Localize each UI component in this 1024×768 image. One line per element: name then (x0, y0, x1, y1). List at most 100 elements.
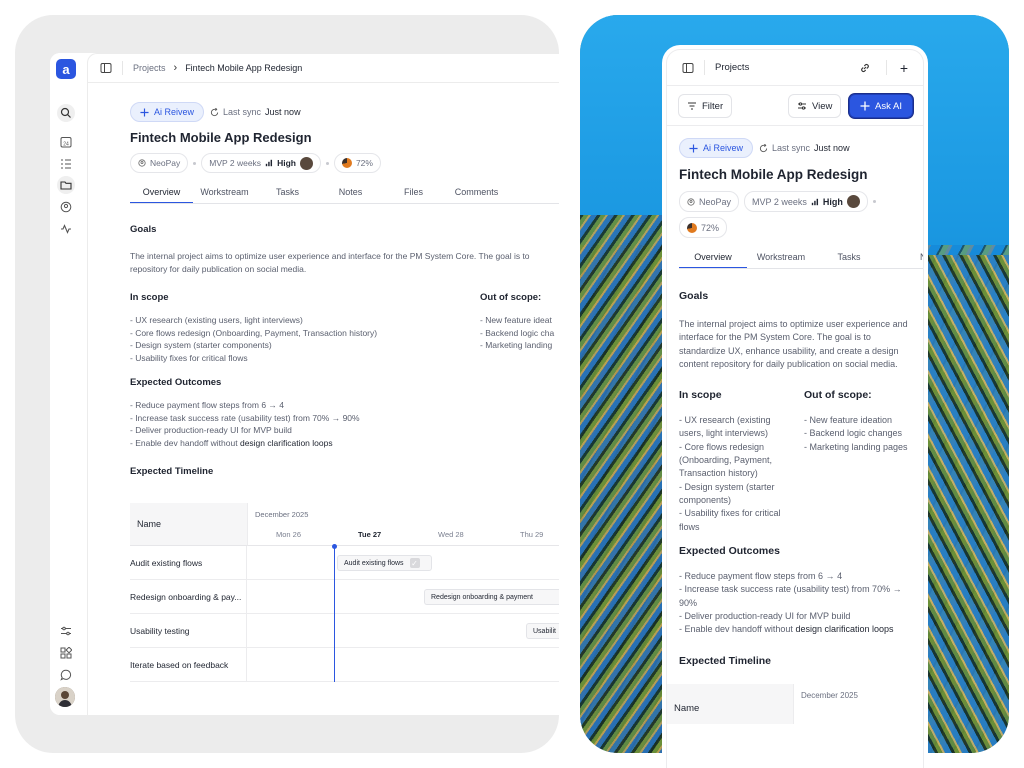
search-icon[interactable] (57, 104, 75, 122)
goals-heading: Goals (130, 224, 157, 235)
svg-text:24: 24 (63, 141, 69, 147)
list-item: - Reduce payment flow steps from 6 → 4 (130, 400, 285, 410)
user-avatar[interactable] (55, 687, 75, 707)
list-item: - UX research (existing users, light int… (130, 315, 303, 325)
background-palm-left (580, 215, 670, 753)
folder-icon[interactable] (57, 176, 75, 194)
app-logo[interactable]: a (56, 59, 76, 79)
breadcrumb-projects[interactable]: Projects (133, 63, 166, 73)
divider (704, 60, 705, 75)
client-chip[interactable]: NeoPay (130, 153, 189, 173)
timeline-row[interactable]: Usability testing Usabilit (130, 614, 559, 648)
in-scope-heading: In scope (679, 389, 722, 402)
add-icon[interactable]: + (900, 60, 908, 76)
list-item: - Core flows redesign (Onboarding, Payme… (679, 441, 773, 479)
project-title: Fintech Mobile App Redesign (130, 130, 312, 145)
tab-overview[interactable]: Overview (130, 187, 193, 203)
outcomes-heading: Expected Outcomes (130, 377, 222, 388)
sync-value: Just now (265, 107, 301, 117)
tab-overview[interactable]: Overview (679, 252, 747, 268)
list-item: - Marketing landing (480, 340, 553, 350)
sidebar-toggle-icon[interactable] (100, 62, 112, 74)
ask-ai-button[interactable]: Ask AI (849, 94, 913, 118)
list-item: - New feature ideat (480, 315, 552, 325)
ai-review-button[interactable]: Ai Reivew (130, 102, 205, 122)
breadcrumb-current: Fintech Mobile App Redesign (185, 63, 303, 73)
plus-sparkle-icon (860, 101, 870, 111)
assignee-avatar (846, 195, 860, 208)
desktop-window: a 24 Projects › Fintech Mobile App Redes… (50, 53, 559, 715)
list-item: - Deliver production-ready UI for MVP bu… (679, 611, 851, 622)
progress-chip[interactable]: 72% (333, 153, 381, 173)
tasks-list-icon[interactable] (58, 156, 74, 172)
client-chip[interactable]: NeoPay (679, 191, 740, 212)
tab-comments[interactable]: Comments (445, 187, 508, 203)
filter-button[interactable]: Filter (678, 94, 733, 118)
outcomes-list: - Reduce payment flow steps from 6 → 4 -… (679, 570, 915, 636)
progress-chip[interactable]: 72% (679, 217, 728, 238)
priority-bars-icon (265, 159, 273, 167)
help-chat-icon[interactable] (58, 667, 74, 683)
sync-status: Last sync Just now (759, 143, 850, 153)
timeline-bar[interactable]: Audit existing flows ✓ (337, 555, 432, 571)
client-name: NeoPay (150, 158, 181, 168)
check-icon[interactable]: ✓ (409, 558, 420, 568)
phase-chip[interactable]: MVP 2 weeks High (744, 191, 868, 212)
tab-bar: Overview Workstream Tasks Notes Files Co… (130, 187, 559, 204)
timeline-row[interactable]: Redesign onboarding & pay... Redesign on… (130, 580, 559, 614)
timeline-row[interactable]: Iterate based on feedback (130, 648, 559, 682)
list-item: - Usability fixes for critical flows (679, 508, 781, 532)
progress-pie-icon (341, 158, 352, 168)
timeline-bar[interactable]: Usabilit (526, 623, 559, 639)
list-item: - Increase task success rate (usability … (130, 412, 360, 423)
timeline-bar[interactable]: Redesign onboarding & payment (424, 589, 559, 605)
timeline-row[interactable]: Audit existing flows Audit existing flow… (130, 546, 559, 580)
tab-tasks[interactable]: Tasks (815, 252, 883, 268)
tab-notes[interactable]: Note (883, 252, 923, 268)
separator-dot (193, 161, 197, 165)
sync-value: Just now (814, 143, 850, 153)
mobile-project-content: Ai Reivew Last sync Just now Fintech Mob… (679, 138, 923, 667)
user-circle-icon[interactable] (58, 199, 74, 215)
separator-dot (325, 161, 329, 165)
client-icon (687, 197, 695, 206)
list-item: - Design system (starter components) (679, 481, 775, 505)
phase-chip[interactable]: MVP 2 weeks High (201, 153, 321, 173)
tab-workstream[interactable]: Workstream (747, 252, 815, 268)
list-item: - Backend logic cha (480, 327, 555, 338)
progress-label: 72% (701, 222, 720, 233)
mobile-header-title[interactable]: Projects (715, 62, 749, 73)
activity-icon[interactable] (58, 221, 74, 237)
tab-tasks[interactable]: Tasks (256, 187, 319, 203)
widgets-icon[interactable] (58, 645, 74, 661)
timeline-month: December 2025 (255, 510, 309, 519)
timeline-row-name: Audit existing flows (130, 546, 247, 579)
list-item: - Design system (starter components) (130, 340, 272, 350)
list-item: - UX research (existing users, light int… (679, 415, 771, 439)
list-item: - New feature ideation (804, 415, 893, 426)
timeline-day: Mon 26 (276, 530, 302, 539)
sidebar-toggle-icon[interactable] (682, 62, 694, 74)
timeline-name-header: Name (667, 684, 793, 724)
tab-workstream[interactable]: Workstream (193, 187, 256, 203)
ai-review-button[interactable]: Ai Reivew (679, 138, 754, 158)
ask-ai-label: Ask AI (875, 100, 902, 112)
tab-files[interactable]: Files (382, 187, 445, 203)
settings-sliders-icon[interactable] (58, 623, 74, 639)
assignee-avatar (299, 156, 313, 170)
tab-notes[interactable]: Notes (319, 187, 382, 203)
progress-pie-icon (687, 222, 697, 233)
project-title: Fintech Mobile App Redesign (679, 167, 868, 182)
sparkle-icon (140, 107, 149, 117)
client-icon (138, 159, 146, 167)
view-button[interactable]: View (788, 94, 842, 118)
list-item: - Usability fixes for critical flows (130, 352, 248, 363)
background-palm-right (919, 255, 1009, 753)
timeline-heading: Expected Timeline (679, 654, 772, 667)
phase-label: MVP 2 weeks (752, 196, 807, 207)
outcomes-heading: Expected Outcomes (679, 545, 780, 558)
link-icon[interactable] (859, 62, 871, 74)
top-bar: Projects › Fintech Mobile App Redesign (88, 54, 559, 83)
calendar-icon[interactable]: 24 (58, 134, 74, 150)
goals-text: The internal project aims to optimize us… (679, 319, 908, 369)
